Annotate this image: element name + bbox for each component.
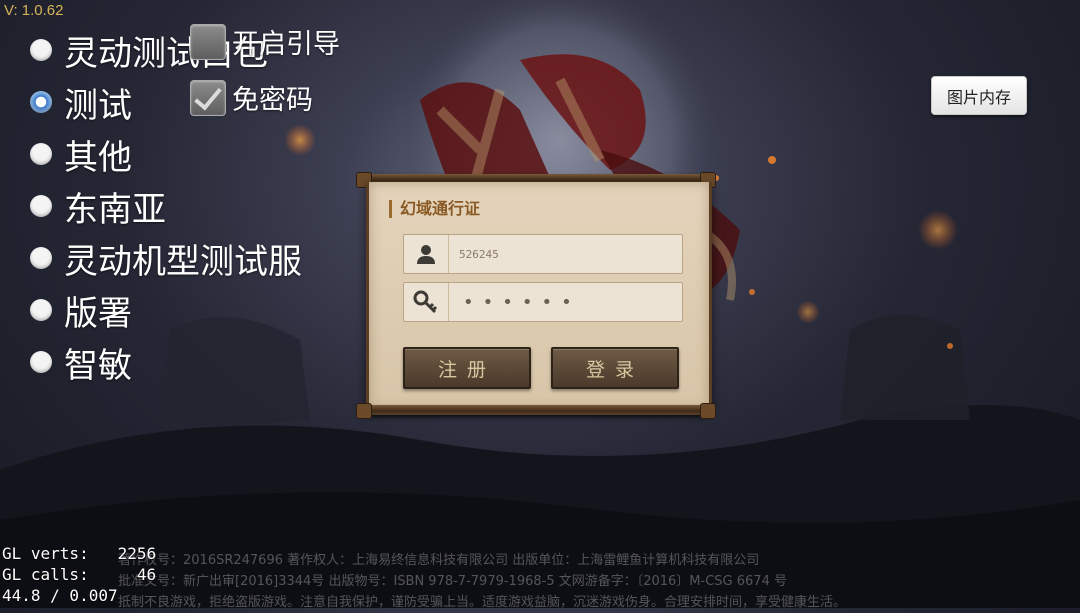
server-label: 其他	[64, 137, 132, 178]
no-password-option[interactable]: 免密码	[190, 78, 313, 117]
login-panel: 幻域通行证 526245 •••••• 注册 登录	[366, 182, 712, 410]
server-option-4[interactable]: 灵动机型测试服	[30, 232, 302, 284]
legal-line: 著作权号：2016SR247696 著作权人：上海易终信息科技有限公司 出版单位…	[118, 553, 760, 568]
server-label: 智敏	[64, 345, 132, 386]
version-label: V: 1.0.62	[4, 2, 64, 19]
server-option-2[interactable]: 其他	[30, 128, 302, 180]
radio-button[interactable]	[30, 39, 52, 61]
legal-line: 抵制不良游戏，拒绝盗版游戏。注意自我保护，谨防受骗上当。适度游戏益脑，沉迷游戏伤…	[118, 595, 847, 610]
server-option-5[interactable]: 版署	[30, 284, 302, 336]
server-label: 灵动机型测试服	[64, 241, 302, 282]
server-option-6[interactable]: 智敏	[30, 336, 302, 388]
radio-button[interactable]	[30, 351, 52, 373]
password-dots: ••••••	[463, 291, 581, 313]
radio-button[interactable]	[30, 143, 52, 165]
password-field[interactable]: ••••••	[403, 282, 683, 322]
radio-button[interactable]	[30, 195, 52, 217]
key-icon	[404, 283, 449, 321]
server-label: 版署	[64, 293, 132, 334]
fps-readout: 44.8 / 0.007	[2, 586, 118, 605]
no-password-checkbox[interactable]	[190, 79, 226, 116]
server-label: 测试	[64, 85, 132, 126]
no-password-label: 免密码	[232, 85, 313, 116]
rod-knob-right	[700, 403, 716, 419]
gl-calls: GL calls: 46	[2, 565, 157, 584]
debug-stats: GL verts: 2256 GL calls: 46 44.8 / 0.007	[2, 543, 156, 606]
guide-option[interactable]: 开启引导	[190, 22, 340, 61]
scroll-bottom-rod	[356, 403, 716, 419]
user-icon	[404, 235, 449, 273]
legal-notice: 著作权号：2016SR247696 著作权人：上海易终信息科技有限公司 出版单位…	[118, 550, 1018, 613]
login-title: 幻域通行证	[389, 200, 480, 218]
username-value: 526245	[459, 247, 499, 261]
radio-button[interactable]	[30, 247, 52, 269]
image-memory-button[interactable]: 图片内存	[931, 76, 1027, 115]
rod-knob-left	[356, 403, 372, 419]
gl-verts: GL verts: 2256	[2, 544, 157, 563]
username-field[interactable]: 526245	[403, 234, 683, 274]
radio-button[interactable]	[30, 299, 52, 321]
server-option-3[interactable]: 东南亚	[30, 180, 302, 232]
radio-button-selected[interactable]	[30, 91, 52, 113]
guide-checkbox[interactable]	[190, 23, 226, 60]
server-label: 东南亚	[64, 189, 166, 230]
register-button[interactable]: 注册	[403, 347, 531, 389]
guide-label: 开启引导	[232, 29, 340, 60]
legal-line: 批准文号：新广出审[2016]3344号 出版物号：ISBN 978-7-797…	[118, 574, 787, 589]
login-button[interactable]: 登录	[551, 347, 679, 389]
